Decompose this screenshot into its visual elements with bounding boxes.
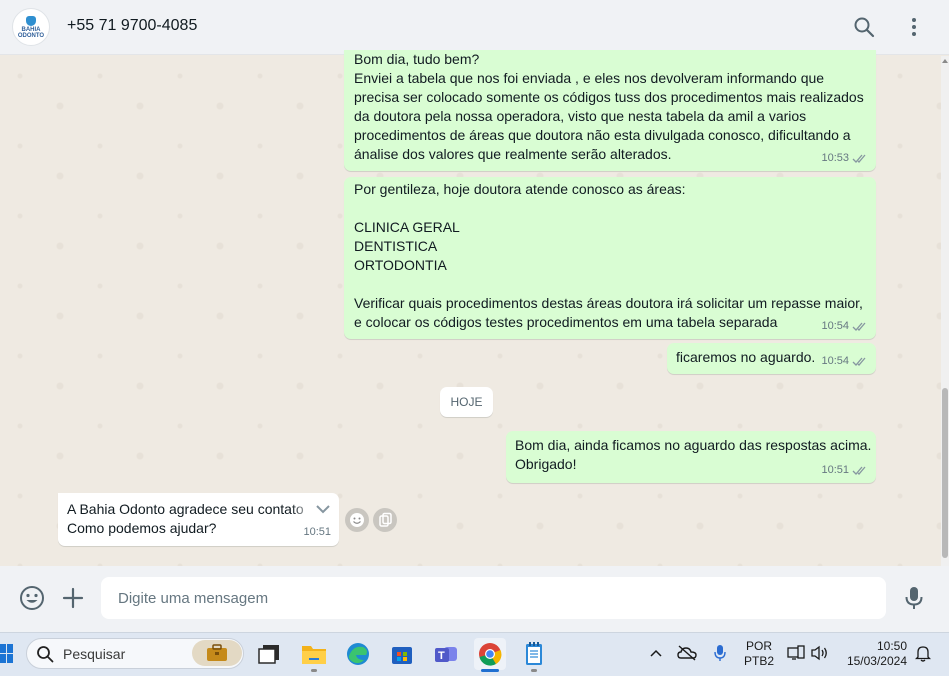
message-time: 10:54: [821, 320, 849, 332]
message-time: 10:54: [821, 355, 849, 367]
double-check-icon: [852, 322, 866, 331]
mic-icon[interactable]: [710, 643, 730, 663]
message-bubble-outgoing[interactable]: Bom dia, ainda ficamos no aguardo das re…: [506, 431, 876, 483]
input-language-indicator[interactable]: POR PTB2: [744, 639, 774, 669]
message-text: Bom dia, tudo bem? Enviei a tabela que n…: [354, 51, 864, 162]
smiley-icon: [350, 513, 364, 527]
date-divider: HOJE: [440, 387, 493, 417]
message-meta: 10:51: [303, 523, 331, 542]
message-bubble-outgoing[interactable]: Bom dia, tudo bem? Enviei a tabela que n…: [344, 50, 876, 171]
message-time: 10:51: [821, 464, 849, 476]
message-text: A Bahia Odonto agradece seu contato Como…: [67, 501, 304, 536]
emoji-icon[interactable]: [19, 585, 45, 611]
message-meta: 10:51: [821, 461, 868, 480]
double-check-icon: [852, 154, 866, 163]
message-bubble-incoming[interactable]: A Bahia Odonto agradece seu contato Como…: [58, 493, 339, 546]
copy-icon: [379, 512, 392, 527]
message-time: 10:51: [303, 526, 331, 538]
message-time: 10:53: [821, 152, 849, 164]
file-explorer-icon[interactable]: [298, 638, 330, 670]
running-indicator: [311, 669, 317, 672]
menu-dots-icon[interactable]: [903, 15, 925, 39]
avatar-logo-text: BAHIA ODONTO: [17, 26, 45, 39]
chrome-icon[interactable]: [474, 638, 506, 670]
plus-icon[interactable]: [61, 586, 85, 610]
message-meta: 10:53: [821, 149, 868, 168]
mic-icon[interactable]: [903, 585, 925, 611]
forward-copy-button[interactable]: [373, 508, 397, 532]
store-icon[interactable]: [386, 638, 418, 670]
app-window-icon[interactable]: [253, 638, 285, 670]
chat-header: BAHIA ODONTO +55 71 9700-4085: [0, 0, 949, 55]
system-clock[interactable]: 10:50 15/03/2024: [843, 639, 907, 669]
work-widget-icon[interactable]: [192, 640, 242, 666]
double-check-icon: [852, 466, 866, 475]
message-bubble-outgoing[interactable]: ficaremos no aguardo. 10:54: [667, 343, 876, 374]
start-icon[interactable]: [0, 643, 14, 665]
clock-time: 10:50: [876, 639, 907, 653]
message-text: Por gentileza, hoje doutora atende conos…: [354, 181, 863, 330]
edge-icon[interactable]: [342, 638, 374, 670]
active-app-indicator: [481, 669, 499, 672]
search-icon: [37, 646, 54, 663]
message-input[interactable]: [101, 577, 886, 619]
scrollbar-thumb[interactable]: [942, 388, 948, 558]
taskbar-search-label: Pesquisar: [63, 646, 126, 662]
notification-bell-icon[interactable]: [913, 643, 933, 663]
chevron-up-icon[interactable]: [646, 643, 666, 663]
teams-icon[interactable]: T: [430, 638, 462, 670]
language-code: POR: [746, 639, 773, 653]
contact-name[interactable]: +55 71 9700-4085: [67, 17, 197, 35]
volume-icon[interactable]: [810, 643, 830, 663]
svg-text:T: T: [438, 650, 445, 662]
keyboard-layout: PTB2: [744, 654, 775, 668]
scroll-up-arrow-icon[interactable]: [942, 58, 948, 64]
notepad-icon[interactable]: [518, 638, 550, 670]
search-icon[interactable]: [852, 15, 876, 39]
clock-date: 15/03/2024: [846, 654, 907, 668]
briefcase-icon: [207, 644, 227, 661]
message-bubble-outgoing[interactable]: Por gentileza, hoje doutora atende conos…: [344, 177, 876, 339]
tooth-logo-icon: [26, 15, 36, 26]
running-indicator: [531, 669, 537, 672]
double-check-icon: [852, 357, 866, 366]
contact-avatar[interactable]: BAHIA ODONTO: [12, 8, 50, 46]
react-emoji-button[interactable]: [345, 508, 369, 532]
message-meta: 10:54: [821, 317, 868, 336]
message-meta: 10:54: [821, 352, 868, 371]
chevron-down-icon[interactable]: [315, 501, 331, 517]
network-icon[interactable]: [786, 643, 806, 663]
text-fade: [291, 499, 315, 519]
message-text: ficaremos no aguardo.: [676, 349, 816, 365]
onedrive-icon[interactable]: [677, 643, 697, 663]
